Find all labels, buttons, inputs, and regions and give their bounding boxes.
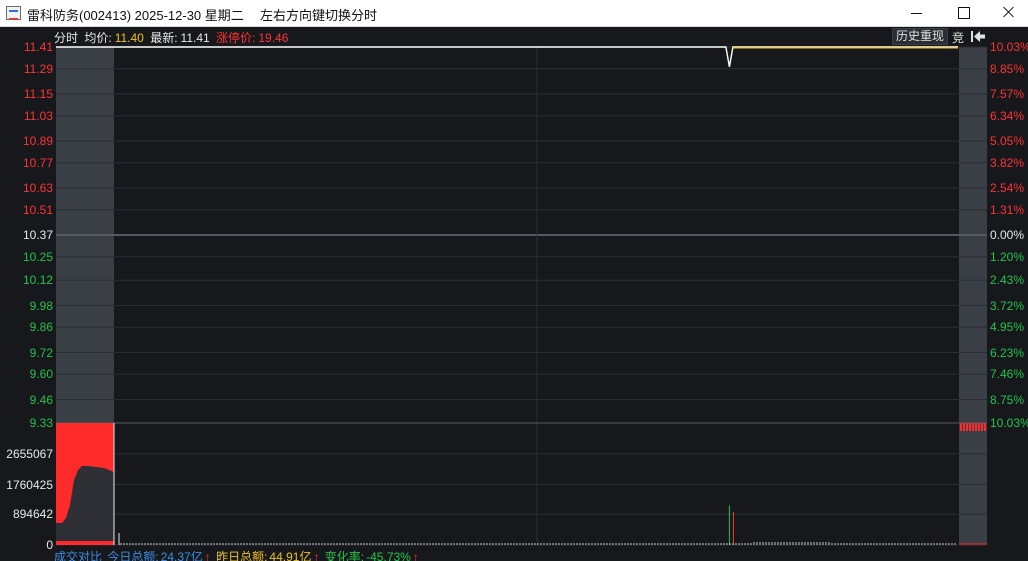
avg-value: 11.40 — [114, 31, 144, 45]
percent-tick-label: 10.03% — [990, 40, 1028, 54]
latest-label: 最新: — [150, 31, 178, 45]
auction-toggle[interactable]: 竞 — [952, 29, 964, 46]
mode-label: 分时 — [54, 31, 79, 45]
collapse-left-icon[interactable] — [970, 30, 986, 43]
price-tick-label: 9.60 — [29, 367, 53, 382]
percent-tick-label: 4.95% — [990, 320, 1025, 335]
today-value: 24.37亿 — [160, 550, 203, 561]
app-icon — [6, 6, 21, 20]
price-line — [56, 46, 958, 68]
percent-tick-label: 3.72% — [990, 298, 1025, 313]
volume-tick-label: 894642 — [12, 507, 53, 522]
change-value: -45.73% — [366, 550, 411, 561]
close-button[interactable] — [986, 0, 1028, 27]
yest-label: 昨日总额: — [216, 550, 268, 561]
price-tick-label: 9.98 — [29, 298, 53, 313]
price-tick-label: 9.33 — [29, 416, 53, 430]
price-tick-label: 10.12 — [22, 273, 53, 288]
volume-tick-label: 0 — [46, 538, 53, 552]
price-tick-label: 11.29 — [23, 61, 53, 76]
percent-tick-label: 8.75% — [990, 392, 1025, 407]
maximize-button[interactable] — [940, 0, 986, 27]
price-tick-label: 9.46 — [29, 392, 53, 407]
price-tick-label: 10.37 — [22, 228, 53, 242]
percent-tick-label: 5.05% — [990, 134, 1025, 148]
yest-value: 44.91亿 — [269, 550, 312, 561]
minimize-button[interactable] — [894, 0, 940, 27]
compare-label: 成交对比 — [54, 550, 103, 561]
percent-tick-label: 6.34% — [990, 108, 1025, 123]
price-tick-label: 10.25 — [22, 249, 53, 264]
percent-tick-label: 8.85% — [990, 61, 1025, 76]
percent-tick-label: 6.23% — [990, 345, 1025, 360]
price-tick-label: 10.63 — [22, 181, 53, 195]
price-tick-label: 10.51 — [22, 202, 53, 217]
volume-compare-footer: 成交对比 今日总额: 24.37亿 ↑ 昨日总额: 44.91亿 ↑ 变化率: -45.7… — [54, 548, 421, 561]
price-tick-label: 10.77 — [22, 155, 53, 170]
closing-auction-area — [959, 47, 987, 545]
title-bar: 雷科防务(002413) 2025-12-30 星期二 左右方向键切换分时 — [0, 0, 1028, 27]
intraday-chart — [56, 46, 987, 546]
price-tick-label: 9.86 — [29, 320, 53, 335]
percent-tick-label: 2.54% — [990, 181, 1025, 195]
latest-value: 11.41 — [180, 31, 210, 45]
quote-header: 分时 均价: 11.40 最新: 11.41 涨停价: 19.46 — [54, 29, 291, 45]
percent-tick-label: 7.57% — [990, 87, 1025, 101]
avg-label: 均价: — [84, 31, 112, 45]
percent-tick-label: 3.82% — [990, 155, 1025, 170]
change-label: 变化率: — [324, 550, 365, 561]
volume-tick-label: 1760425 — [6, 477, 53, 492]
window-title: 雷科防务(002413) 2025-12-30 星期二 — [27, 8, 244, 23]
today-arrow: ↑ — [204, 550, 211, 561]
percent-tick-label: 7.46% — [990, 367, 1025, 382]
today-label: 今日总额: — [107, 550, 159, 561]
price-tick-label: 11.41 — [23, 40, 53, 54]
price-tick-label: 10.89 — [22, 134, 53, 148]
window-hint: 左右方向键切换分时 — [260, 8, 378, 23]
percent-tick-label: 1.31% — [990, 202, 1025, 217]
percent-tick-label: 0.00% — [990, 228, 1025, 242]
price-tick-label: 11.15 — [23, 87, 53, 101]
price-tick-label: 11.03 — [23, 108, 53, 123]
limit-label: 涨停价: — [216, 31, 256, 45]
history-replay-button[interactable]: 历史重现 — [892, 28, 948, 45]
percent-tick-label: 10.03% — [990, 416, 1028, 430]
limit-value: 19.46 — [258, 31, 289, 45]
change-arrow: ↑ — [412, 550, 419, 561]
price-tick-label: 9.72 — [29, 345, 53, 360]
percent-tick-label: 1.20% — [990, 249, 1025, 264]
morning-auction-area — [56, 47, 114, 545]
volume-tick-label: 2655067 — [6, 446, 53, 461]
yest-arrow: ↑ — [313, 550, 320, 561]
percent-tick-label: 2.43% — [990, 273, 1025, 288]
